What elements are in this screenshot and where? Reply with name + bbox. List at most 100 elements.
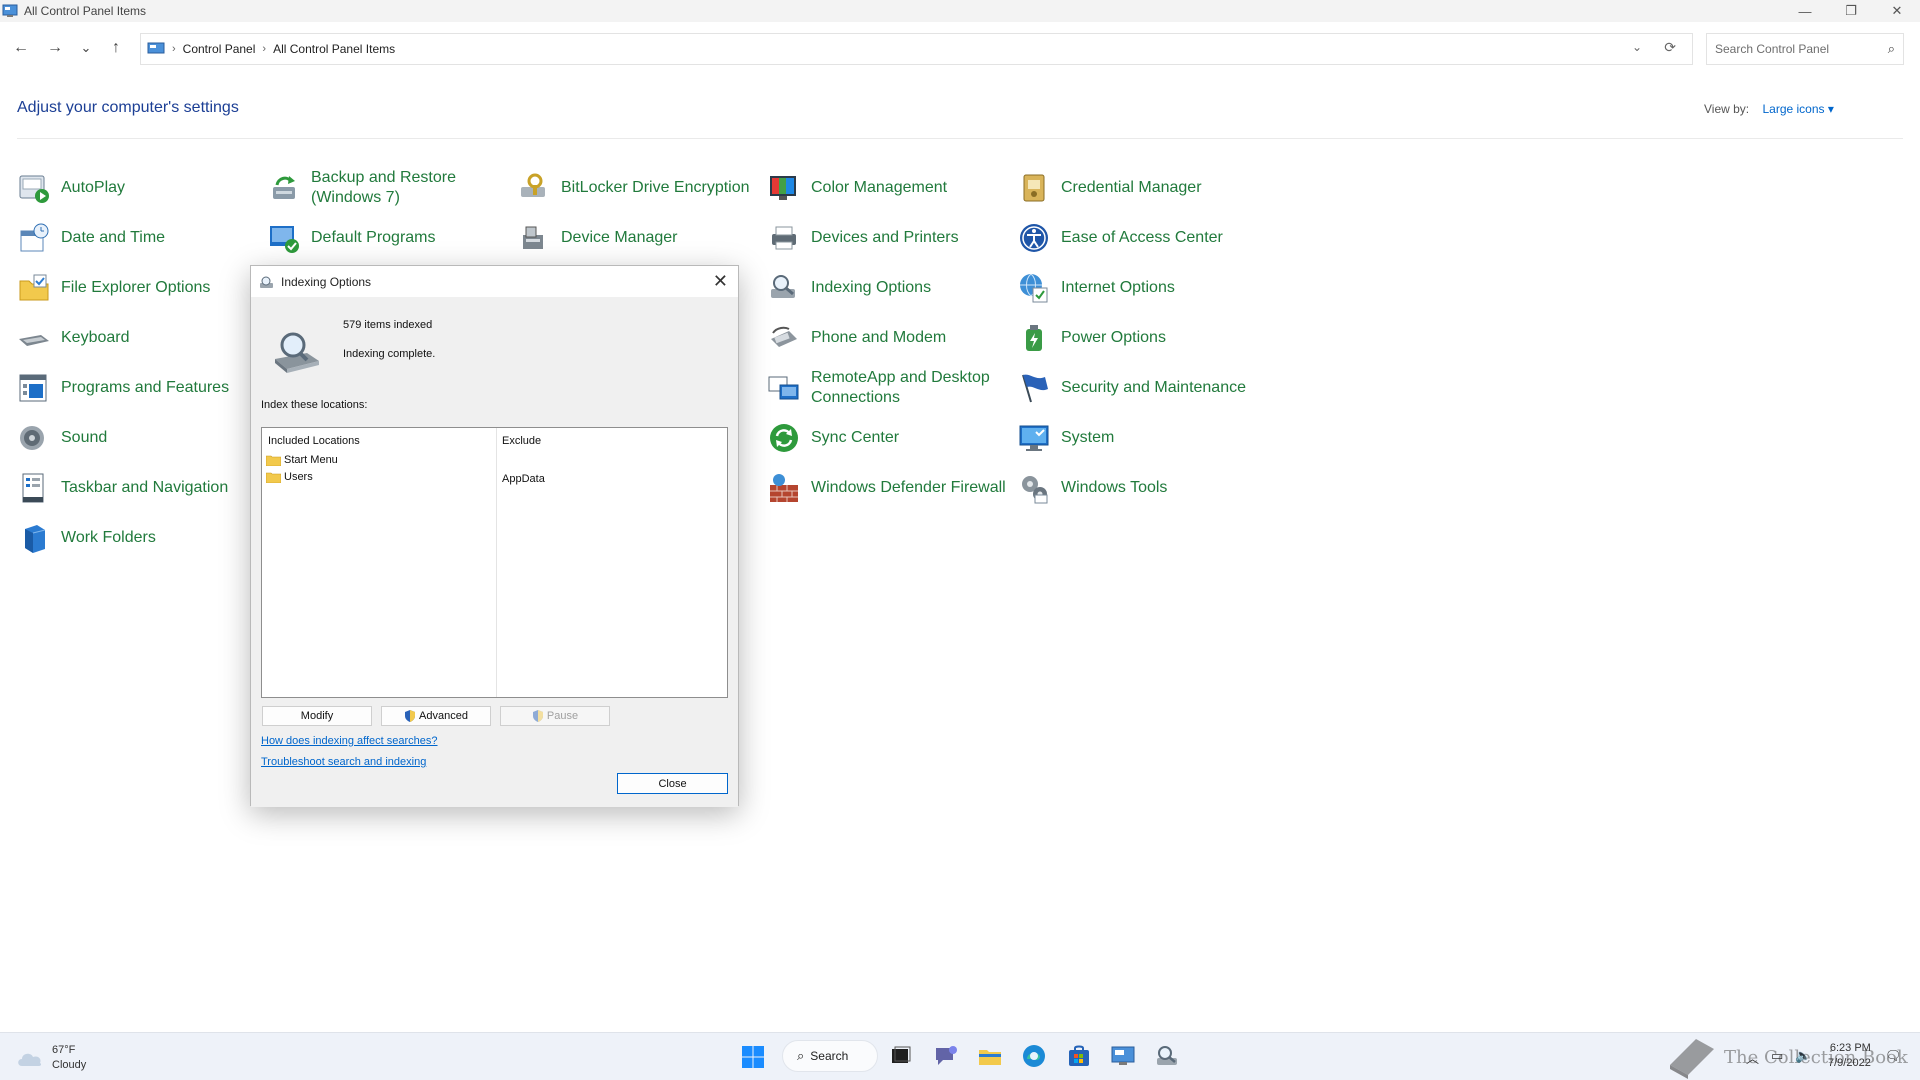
indexing-icon	[771, 275, 795, 298]
cp-item-label: Default Programs	[311, 229, 436, 246]
bitlocker-icon	[521, 173, 545, 197]
column-header-exclude[interactable]: Exclude	[502, 435, 541, 447]
cp-item-taskbar-navigation[interactable]: Taskbar and Navigation	[17, 466, 262, 510]
column-header-included[interactable]: Included Locations	[268, 435, 360, 447]
breadcrumb-control-panel[interactable]: Control Panel	[183, 42, 256, 56]
cp-item-windows-firewall[interactable]: Windows Defender Firewall	[767, 466, 1012, 510]
chevron-up-icon[interactable]: ︿	[1746, 1048, 1759, 1067]
notification-icon[interactable]: 🗨	[1885, 1048, 1902, 1064]
view-by-dropdown[interactable]: Large icons ▾	[1762, 102, 1833, 116]
location-name: Start Menu	[284, 454, 338, 466]
dialog-title-bar[interactable]: Indexing Options ✕	[251, 266, 738, 297]
cp-item-windows-tools[interactable]: Windows Tools	[1017, 466, 1262, 510]
cp-item-backup-restore[interactable]: Backup and Restore (Windows 7)	[267, 166, 512, 210]
cp-item-label: Sync Center	[811, 429, 900, 446]
modify-button[interactable]: Modify	[262, 706, 372, 726]
cp-item-label: File Explorer Options	[61, 279, 211, 296]
advanced-label: Advanced	[419, 710, 468, 722]
cp-item-date-time[interactable]: Date and Time	[17, 216, 262, 260]
control-panel-icon	[147, 42, 165, 54]
chat-icon[interactable]	[933, 1043, 959, 1069]
pause-button[interactable]: Pause	[500, 706, 610, 726]
file-explorer-icon[interactable]	[977, 1043, 1003, 1069]
cp-item-devices-printers[interactable]: Devices and Printers	[767, 216, 1012, 260]
back-button[interactable]: ←	[7, 36, 35, 60]
locations-list[interactable]: Included Locations Exclude Start Menu Us…	[261, 427, 728, 698]
dialog-close-icon[interactable]: ✕	[713, 271, 728, 292]
cp-item-label: BitLocker Drive Encryption	[561, 179, 750, 196]
chevron-down-icon[interactable]: ⌄	[1632, 40, 1642, 54]
task-view-icon[interactable]	[888, 1043, 914, 1069]
cp-item-indexing-options[interactable]: Indexing Options	[767, 266, 1012, 310]
advanced-button[interactable]: Advanced	[381, 706, 491, 726]
cp-item-file-explorer-options[interactable]: File Explorer Options	[17, 266, 262, 310]
cp-item-label: AutoPlay	[61, 179, 126, 196]
network-icon[interactable]: ▭	[1771, 1048, 1783, 1067]
cp-item-label: Indexing Options	[811, 279, 932, 296]
cp-item-security-maintenance[interactable]: Security and Maintenance	[1017, 366, 1262, 410]
cp-item-credential-manager[interactable]: Credential Manager	[1017, 166, 1262, 210]
cp-item-label: Phone and Modem	[811, 329, 947, 346]
view-by-label: View by:	[1704, 102, 1750, 116]
recent-locations-button[interactable]: ⌄	[72, 36, 100, 60]
cp-item-programs-features[interactable]: Programs and Features	[17, 366, 262, 410]
cp-item-label: Windows Defender Firewall	[811, 479, 1006, 496]
cp-item-label: RemoteApp and Desktop Connections	[811, 369, 990, 406]
control-panel-icon[interactable]	[1110, 1043, 1136, 1069]
cp-item-default-programs[interactable]: Default Programs	[267, 216, 512, 260]
troubleshoot-link[interactable]: Troubleshoot search and indexing	[261, 756, 426, 768]
cp-item-label: Credential Manager	[1061, 179, 1202, 196]
taskbar-search[interactable]: ⌕ Search	[782, 1040, 878, 1072]
cp-item-color-management[interactable]: Color Management	[767, 166, 1012, 210]
cp-item-label: Backup and Restore (Windows 7)	[311, 169, 456, 206]
refresh-icon[interactable]: ⟳	[1664, 39, 1676, 56]
cp-item-internet-options[interactable]: Internet Options	[1017, 266, 1262, 310]
location-row[interactable]: Start Menu	[266, 454, 338, 466]
minimize-button[interactable]: —	[1782, 0, 1828, 22]
windows-start-icon[interactable]	[741, 1045, 765, 1069]
cp-item-remoteapp[interactable]: RemoteApp and Desktop Connections	[767, 366, 1012, 410]
cp-item-device-manager[interactable]: Device Manager	[517, 216, 762, 260]
cp-item-system[interactable]: System	[1017, 416, 1262, 460]
search-input[interactable]: Search Control Panel ⌕	[1706, 33, 1904, 65]
how-indexing-affects-link[interactable]: How does indexing affect searches?	[261, 735, 438, 747]
cp-item-sync-center[interactable]: Sync Center	[767, 416, 1012, 460]
cp-item-keyboard[interactable]: Keyboard	[17, 316, 262, 360]
cp-item-phone-modem[interactable]: Phone and Modem	[767, 316, 1012, 360]
breadcrumb-all-items[interactable]: All Control Panel Items	[273, 42, 395, 56]
up-button[interactable]: ↑	[102, 36, 130, 60]
folder-icon	[266, 455, 281, 466]
volume-icon[interactable]: 🔈	[1795, 1048, 1811, 1067]
cp-item-sound[interactable]: Sound	[17, 416, 262, 460]
taskbar-clock[interactable]: 6:23 PM 7/9/2022	[1828, 1041, 1871, 1071]
title-bar: All Control Panel Items — ❐ ✕	[0, 0, 1920, 22]
indexing-icon[interactable]	[1154, 1043, 1180, 1069]
close-button[interactable]: Close	[617, 773, 728, 794]
cp-item-bitlocker[interactable]: BitLocker Drive Encryption	[517, 166, 762, 210]
address-bar[interactable]: › Control Panel › All Control Panel Item…	[140, 33, 1693, 65]
cp-item-autoplay[interactable]: AutoPlay	[17, 166, 262, 210]
store-icon[interactable]	[1066, 1043, 1092, 1069]
close-window-button[interactable]: ✕	[1874, 0, 1920, 22]
weather-widget[interactable]: 67°F Cloudy	[16, 1043, 86, 1073]
cp-item-label: Windows Tools	[1061, 479, 1168, 496]
sound-icon	[20, 426, 44, 450]
search-icon[interactable]: ⌕	[1888, 41, 1895, 57]
taskbar-icon	[22, 473, 44, 503]
firewall-icon	[770, 474, 798, 502]
color-management-icon	[770, 176, 796, 200]
cp-item-power-options[interactable]: Power Options	[1017, 316, 1262, 360]
edge-icon[interactable]	[1021, 1043, 1047, 1069]
indexing-options-dialog: Indexing Options ✕ 579 items indexed Ind…	[250, 265, 739, 807]
system-tray[interactable]: ︿ ▭ 🔈	[1746, 1048, 1812, 1067]
backup-icon	[273, 176, 295, 199]
cp-item-work-folders[interactable]: Work Folders	[17, 516, 262, 560]
folder-options-icon	[19, 274, 49, 301]
forward-button[interactable]: →	[41, 36, 69, 60]
cp-item-ease-of-access[interactable]: Ease of Access Center	[1017, 216, 1262, 260]
location-row[interactable]: Users	[266, 471, 313, 483]
folder-icon	[266, 472, 281, 483]
book-icon	[1670, 1039, 1714, 1079]
restore-button[interactable]: ❐	[1828, 0, 1874, 22]
column-separator	[496, 428, 497, 697]
